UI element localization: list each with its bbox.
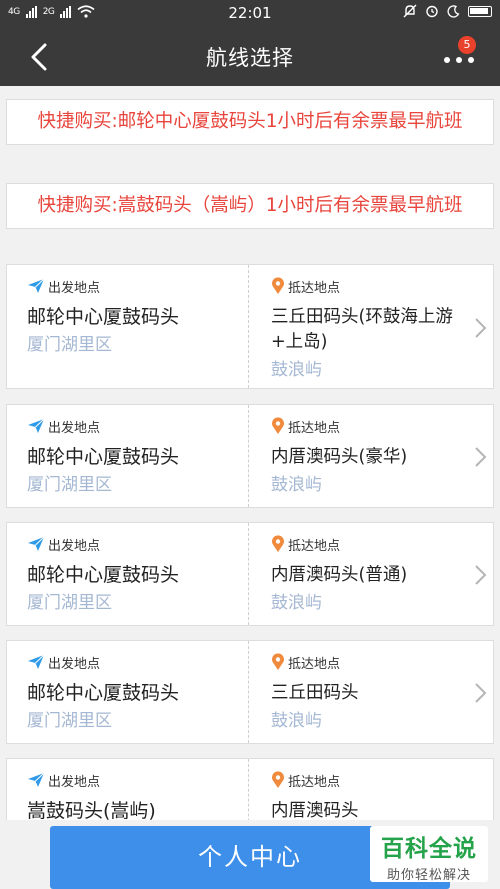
- arrival-label-text: 抵达地点: [288, 538, 341, 554]
- arrival-column: 抵达地点 内厝澳码头(豪华) 鼓浪屿: [271, 405, 476, 496]
- chevron-right-icon: [475, 683, 487, 703]
- location-pin-icon: [272, 417, 284, 434]
- arrival-label-text: 抵达地点: [288, 420, 341, 436]
- quick-buy-text: 快捷购买:邮轮中心厦鼓码头1小时后有余票最早航班: [37, 111, 463, 132]
- mute-bell-icon: [403, 4, 417, 18]
- departure-column: 出发地点 邮轮中心厦鼓码头 厦门湖里区: [27, 265, 242, 356]
- plane-icon: [28, 654, 45, 669]
- arrival-label-text: 抵达地点: [288, 774, 341, 790]
- departure-area: 厦门湖里区: [27, 335, 112, 355]
- departure-label: 出发地点: [27, 277, 242, 296]
- battery-icon: [468, 5, 492, 17]
- arrival-column: 抵达地点 内厝澳码头(普通) 鼓浪屿: [271, 523, 476, 614]
- departure-label: 出发地点: [27, 653, 242, 672]
- route-list: 快捷购买:邮轮中心厦鼓码头1小时后有余票最早航班 快捷购买:嵩鼓码头（嵩屿）1小…: [0, 86, 500, 820]
- arrival-label: 抵达地点: [271, 771, 476, 790]
- card-divider: [248, 641, 249, 743]
- card-divider: [248, 759, 249, 820]
- departure-label-text: 出发地点: [48, 538, 101, 554]
- location-pin-icon: [272, 771, 284, 788]
- plane-icon: [28, 772, 45, 787]
- quick-buy-text: 快捷购买:嵩鼓码头（嵩屿）1小时后有余票最早航班: [37, 195, 463, 216]
- watermark-logo: 百科全说 助你轻松解决: [370, 826, 488, 883]
- more-menu-button[interactable]: 5: [438, 36, 482, 78]
- arrival-column: 抵达地点 三丘田码头 鼓浪屿: [271, 641, 476, 732]
- status-bar: 4G 2G 22:01: [0, 0, 500, 28]
- departure-label-text: 出发地点: [48, 420, 101, 436]
- departure-column: 出发地点 邮轮中心厦鼓码头 厦门湖里区: [27, 523, 242, 614]
- watermark-subtitle: 助你轻松解决: [386, 868, 471, 883]
- notification-badge: 5: [458, 36, 476, 54]
- route-card[interactable]: 出发地点 邮轮中心厦鼓码头 厦门湖里区 抵达地点 内厝澳码头(豪华) 鼓浪屿: [6, 404, 494, 508]
- more-dots-icon: [444, 57, 474, 63]
- arrival-label: 抵达地点: [271, 653, 476, 672]
- route-card[interactable]: 出发地点 邮轮中心厦鼓码头 厦门湖里区 抵达地点 内厝澳码头(普通) 鼓浪屿: [6, 522, 494, 626]
- arrival-name: 三丘田码头: [271, 683, 359, 703]
- departure-area: 厦门湖里区: [27, 593, 112, 613]
- arrival-area: 鼓浪屿: [271, 711, 322, 731]
- arrival-name: 内厝澳码头(普通): [271, 565, 408, 585]
- arrival-label: 抵达地点: [271, 417, 476, 436]
- location-pin-icon: [272, 277, 284, 294]
- departure-label-text: 出发地点: [48, 280, 101, 296]
- watermark-title: 百科全说: [381, 836, 477, 862]
- arrival-label-text: 抵达地点: [288, 280, 341, 296]
- departure-label-text: 出发地点: [48, 774, 101, 790]
- card-divider: [248, 405, 249, 507]
- arrival-area: 鼓浪屿: [271, 593, 322, 613]
- arrival-area: 鼓浪屿: [271, 475, 322, 495]
- departure-label: 出发地点: [27, 771, 242, 790]
- plane-icon: [28, 278, 45, 293]
- departure-column: 出发地点 邮轮中心厦鼓码头 厦门湖里区: [27, 641, 242, 732]
- arrival-name: 内厝澳码头(豪华): [271, 447, 408, 467]
- departure-name: 嵩鼓码头(嵩屿): [27, 800, 156, 820]
- arrival-label: 抵达地点: [271, 277, 476, 296]
- departure-name: 邮轮中心厦鼓码头: [27, 306, 180, 328]
- departure-name: 邮轮中心厦鼓码头: [27, 682, 180, 704]
- route-card[interactable]: 出发地点 邮轮中心厦鼓码头 厦门湖里区 抵达地点 三丘田码头 鼓浪屿: [6, 640, 494, 744]
- quick-buy-button-2[interactable]: 快捷购买:嵩鼓码头（嵩屿）1小时后有余票最早航班: [6, 183, 494, 229]
- departure-name: 邮轮中心厦鼓码头: [27, 564, 180, 586]
- departure-label: 出发地点: [27, 417, 242, 436]
- departure-column: 出发地点 嵩鼓码头(嵩屿): [27, 759, 242, 820]
- departure-label-text: 出发地点: [48, 656, 101, 672]
- arrival-name: 三丘田码头(环鼓海上游+上岛): [271, 307, 453, 352]
- departure-label: 出发地点: [27, 535, 242, 554]
- page-title: 航线选择: [206, 46, 294, 70]
- departure-name: 邮轮中心厦鼓码头: [27, 446, 180, 468]
- departure-area: 厦门湖里区: [27, 475, 112, 495]
- moon-icon: [447, 4, 460, 18]
- location-pin-icon: [272, 653, 284, 670]
- arrival-column: 抵达地点 三丘田码头(环鼓海上游+上岛) 鼓浪屿: [271, 265, 476, 381]
- plane-icon: [28, 536, 45, 551]
- chevron-right-icon: [475, 447, 487, 467]
- header-bar: 航线选择 5: [0, 28, 500, 86]
- arrival-column: 抵达地点 内厝澳码头: [271, 759, 476, 820]
- arrival-label: 抵达地点: [271, 535, 476, 554]
- departure-area: 厦门湖里区: [27, 711, 112, 731]
- chevron-right-icon: [475, 318, 487, 338]
- quick-buy-button-1[interactable]: 快捷购买:邮轮中心厦鼓码头1小时后有余票最早航班: [6, 99, 494, 145]
- departure-column: 出发地点 邮轮中心厦鼓码头 厦门湖里区: [27, 405, 242, 496]
- arrival-name: 内厝澳码头: [271, 801, 359, 820]
- chevron-right-icon: [475, 565, 487, 585]
- plane-icon: [28, 418, 45, 433]
- location-pin-icon: [272, 535, 284, 552]
- card-divider: [248, 523, 249, 625]
- card-divider: [248, 265, 249, 388]
- arrival-area: 鼓浪屿: [271, 360, 322, 380]
- status-icons: [403, 4, 492, 18]
- arrival-label-text: 抵达地点: [288, 656, 341, 672]
- route-card[interactable]: 出发地点 嵩鼓码头(嵩屿) 抵达地点 内厝澳码头: [6, 758, 494, 820]
- route-card[interactable]: 出发地点 邮轮中心厦鼓码头 厦门湖里区 抵达地点 三丘田码头(环鼓海上游+上岛)…: [6, 264, 494, 389]
- alarm-icon: [426, 5, 438, 18]
